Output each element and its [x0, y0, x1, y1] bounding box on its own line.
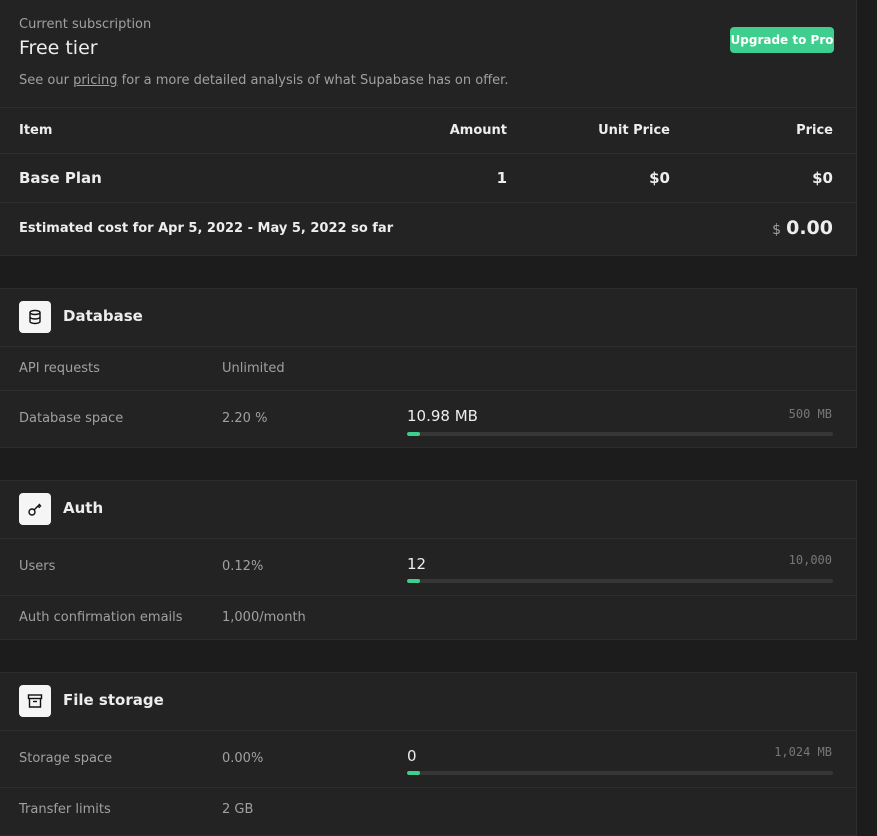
storage-space-label: Storage space — [19, 751, 113, 766]
table-row: Base Plan 1 $0 $0 — [0, 153, 856, 203]
archive-icon — [19, 685, 51, 717]
col-amount: Amount — [449, 123, 507, 138]
auth-header: Auth — [0, 481, 856, 538]
estimate-label: Estimated cost for Apr 5, 2022 - May 5, … — [19, 221, 394, 236]
description-suffix: for a more detailed analysis of what Sup… — [117, 73, 509, 88]
storage-space-percent: 0.00% — [222, 751, 264, 766]
row-price: $0 — [812, 169, 833, 187]
storage-space-limit: 1,024 MB — [774, 745, 832, 759]
transfer-limits-row: Transfer limits 2 GB — [0, 787, 856, 836]
users-progress-fill — [407, 579, 420, 583]
upgrade-to-pro-button[interactable]: Upgrade to Pro — [730, 27, 834, 53]
users-limit: 10,000 — [788, 553, 832, 567]
estimate-currency: $ — [772, 222, 782, 238]
estimate-row: Estimated cost for Apr 5, 2022 - May 5, … — [0, 202, 856, 256]
database-space-limit: 500 MB — [788, 407, 832, 421]
col-item: Item — [19, 123, 53, 138]
storage-space-row: Storage space 0.00% 0 1,024 MB — [0, 730, 856, 788]
subscription-panel: Current subscription Free tier Upgrade t… — [0, 0, 857, 256]
database-header: Database — [0, 289, 856, 346]
pricing-link[interactable]: pricing — [73, 73, 117, 88]
description-prefix: See our — [19, 73, 74, 88]
auth-section: Auth Users 0.12% 12 10,000 Auth confirma… — [0, 480, 857, 640]
database-space-label: Database space — [19, 411, 124, 426]
estimate-value: 0.00 — [786, 217, 833, 239]
table-header-row: Item Amount Unit Price Price — [0, 107, 856, 154]
subscription-label: Current subscription — [19, 17, 152, 32]
auth-emails-value: 1,000/month — [222, 610, 306, 625]
transfer-limits-value: 2 GB — [222, 802, 254, 817]
database-section: Database API requests Unlimited Database… — [0, 288, 857, 448]
row-amount: 1 — [496, 169, 507, 187]
database-space-row: Database space 2.20 % 10.98 MB 500 MB — [0, 390, 856, 449]
database-space-progress — [407, 432, 833, 436]
users-progress — [407, 579, 833, 583]
users-row: Users 0.12% 12 10,000 — [0, 538, 856, 596]
subscription-description: See our pricing for a more detailed anal… — [19, 73, 508, 88]
estimate-amount: $ 0.00 — [772, 217, 833, 239]
api-requests-row: API requests Unlimited — [0, 346, 856, 391]
api-requests-value: Unlimited — [222, 361, 285, 376]
file-storage-section: File storage Storage space 0.00% 0 1,024… — [0, 672, 857, 836]
key-icon — [19, 493, 51, 525]
users-label: Users — [19, 559, 56, 574]
subscription-tier: Free tier — [19, 37, 98, 59]
users-used: 12 — [407, 555, 427, 573]
database-space-used: 10.98 MB — [407, 407, 478, 425]
row-item: Base Plan — [19, 169, 102, 187]
database-space-progress-fill — [407, 432, 420, 436]
auth-title: Auth — [63, 499, 104, 517]
col-price: Price — [796, 123, 833, 138]
row-unit-price: $0 — [649, 169, 670, 187]
database-space-percent: 2.20 % — [222, 411, 268, 426]
api-requests-label: API requests — [19, 361, 100, 376]
file-storage-title: File storage — [63, 691, 164, 709]
col-unit-price: Unit Price — [598, 123, 670, 138]
database-title: Database — [63, 307, 143, 325]
transfer-limits-label: Transfer limits — [19, 802, 111, 817]
storage-space-progress-fill — [407, 771, 420, 775]
storage-space-used: 0 — [407, 747, 417, 765]
storage-space-progress — [407, 771, 833, 775]
users-percent: 0.12% — [222, 559, 264, 574]
database-icon — [19, 301, 51, 333]
auth-emails-row: Auth confirmation emails 1,000/month — [0, 595, 856, 641]
file-storage-header: File storage — [0, 673, 856, 730]
auth-emails-label: Auth confirmation emails — [19, 610, 183, 625]
